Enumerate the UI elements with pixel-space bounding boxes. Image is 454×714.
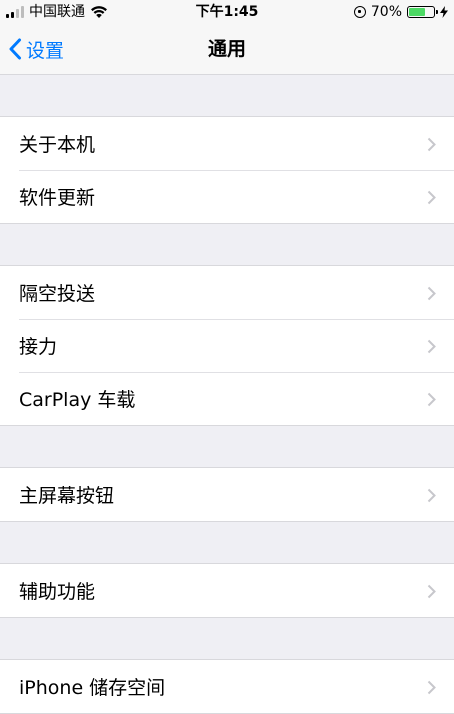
cell-about[interactable]: 关于本机 xyxy=(0,117,454,170)
cell-label: 软件更新 xyxy=(19,187,96,209)
battery-icon xyxy=(407,6,438,18)
settings-group-4: 辅助功能 xyxy=(0,563,454,618)
navigation-bar: 设置 通用 xyxy=(0,24,454,75)
cell-label: 辅助功能 xyxy=(19,581,96,603)
chevron-right-icon xyxy=(427,680,436,694)
chevron-right-icon xyxy=(427,190,436,204)
settings-group-3: 主屏幕按钮 xyxy=(0,467,454,522)
page-title: 通用 xyxy=(207,38,246,60)
cell-carplay[interactable]: CarPlay 车载 xyxy=(0,372,454,425)
cell-home-button[interactable]: 主屏幕按钮 xyxy=(0,468,454,521)
settings-group-5: iPhone 储存空间 xyxy=(0,659,454,714)
battery-percent: 70% xyxy=(370,4,402,20)
cell-label: CarPlay 车载 xyxy=(19,389,136,411)
chevron-right-icon xyxy=(427,392,436,406)
cell-handoff[interactable]: 接力 xyxy=(0,319,454,372)
chevron-right-icon xyxy=(427,339,436,353)
settings-group-2: 隔空投送 接力 CarPlay 车载 xyxy=(0,265,454,426)
status-bar: 中国联通 下午1:45 70% xyxy=(0,0,454,24)
cell-software-update[interactable]: 软件更新 xyxy=(0,170,454,223)
chevron-right-icon xyxy=(427,137,436,151)
cell-accessibility[interactable]: 辅助功能 xyxy=(0,564,454,617)
chevron-right-icon xyxy=(427,286,436,300)
cell-airdrop[interactable]: 隔空投送 xyxy=(0,266,454,319)
cell-label: 隔空投送 xyxy=(19,283,96,305)
cell-iphone-storage[interactable]: iPhone 储存空间 xyxy=(0,660,454,713)
cell-label: iPhone 储存空间 xyxy=(19,677,166,699)
cell-label: 接力 xyxy=(19,336,58,358)
settings-group-1: 关于本机 软件更新 xyxy=(0,116,454,224)
rotation-lock-icon xyxy=(353,6,366,18)
cell-label: 主屏幕按钮 xyxy=(19,485,115,507)
charging-icon xyxy=(440,6,448,18)
chevron-right-icon xyxy=(427,584,436,598)
battery-level xyxy=(409,8,426,16)
status-right: 70% xyxy=(353,0,448,24)
chevron-right-icon xyxy=(427,488,436,502)
cell-label: 关于本机 xyxy=(19,134,96,156)
